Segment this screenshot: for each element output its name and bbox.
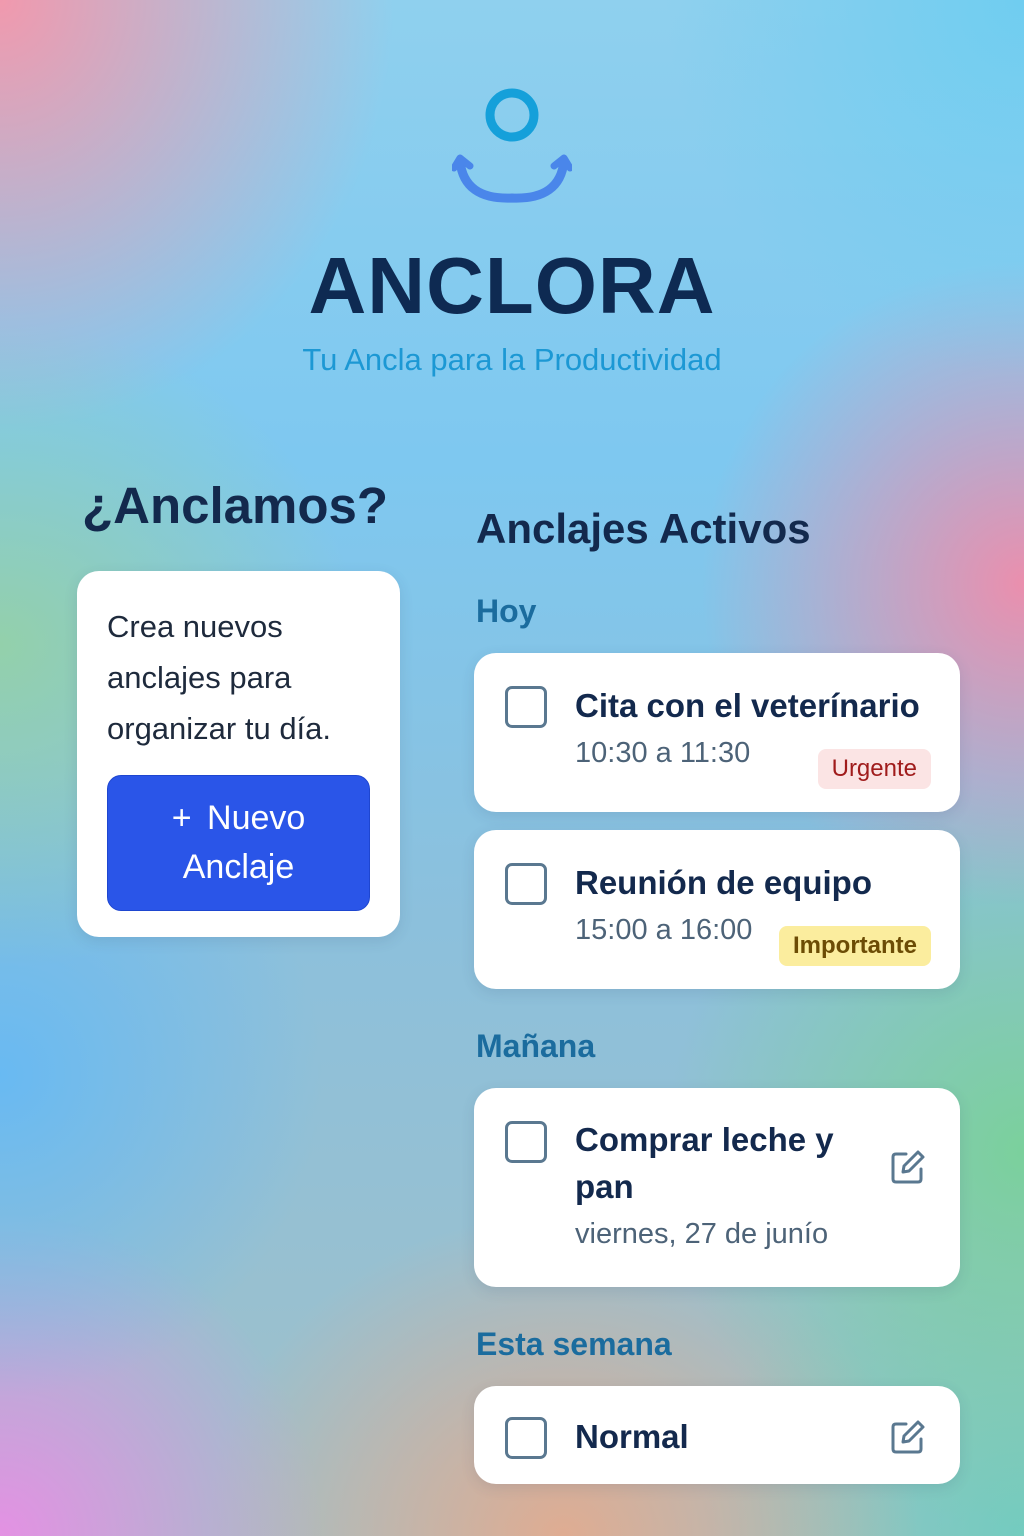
task-checkbox[interactable] [505,1417,547,1459]
task-date: viernes, 27 de junío [575,1218,829,1250]
task-card[interactable]: Comprar leche y pan viernes, 27 de junío [474,1088,960,1287]
task-time: 15:00 a 16:00 [575,914,753,946]
task-title: Normal [575,1418,689,1455]
task-card[interactable]: Reunión de equipo 15:00 a 16:00 Importan… [474,830,960,989]
create-heading: ¿Anclamos? [82,477,389,534]
app-title: ANCLORA [308,241,716,330]
create-card: Crea nuevos anclajes para organizar tu d… [77,571,400,937]
task-title: Comprar leche y pan [575,1121,834,1205]
new-anchor-button-label: Nuevo Anclaje [182,799,306,886]
plus-icon: + [171,799,192,837]
app-subtitle: Tu Ancla para la Productividad [302,342,722,377]
task-checkbox[interactable] [505,1121,547,1163]
anchor-icon [452,88,572,203]
task-card[interactable]: Cita con el veterínario 10:30 a 11:30 Ur… [474,653,960,812]
urgent-badge: Urgente [817,749,931,789]
group-label-this-week: Esta semana [476,1326,672,1362]
task-title: Cita con el veterínario [575,687,920,724]
create-description: Crea nuevos anclajes para organizar tu d… [107,609,332,746]
active-anchors-heading: Anclajes Activos [476,505,811,552]
important-badge: Importante [778,926,931,966]
task-card[interactable]: Normal [474,1386,960,1484]
task-time: 10:30 a 11:30 [575,737,751,769]
edit-icon[interactable] [889,1148,927,1186]
group-label-tomorrow: Mañana [476,1028,596,1064]
group-label-today: Hoy [476,593,537,629]
task-checkbox[interactable] [505,686,547,728]
task-checkbox[interactable] [505,863,547,905]
task-title: Reunión de equipo [575,864,872,901]
edit-icon[interactable] [889,1418,927,1456]
new-anchor-button[interactable]: + Nuevo Anclaje [107,775,370,911]
